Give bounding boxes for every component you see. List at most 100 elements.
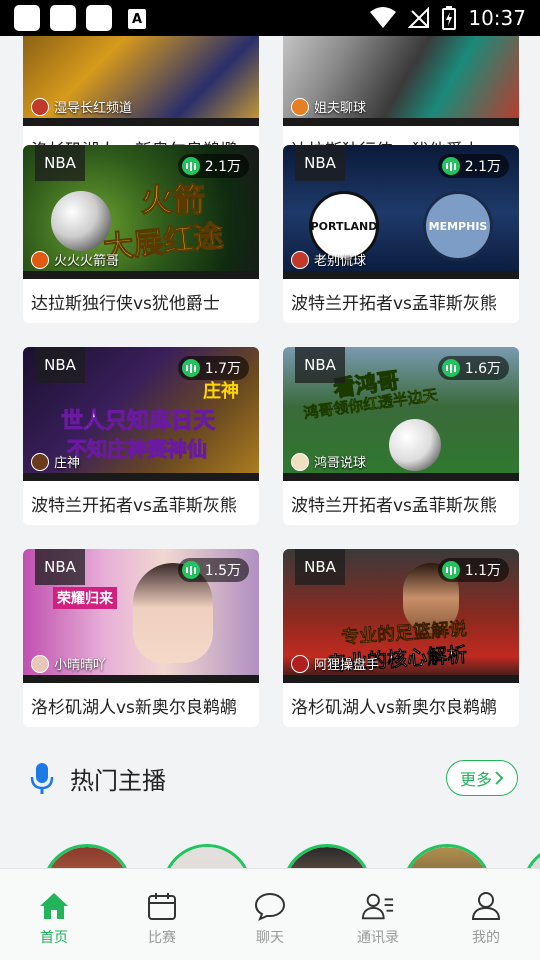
anchor-name: 庄神 (54, 456, 81, 471)
popularity-icon (181, 561, 200, 579)
anchor-info: 小晴晴吖 (31, 654, 106, 673)
anchor-name: 火火火箭哥 (54, 254, 120, 269)
nav-item-chat[interactable]: 聊天 (216, 869, 324, 960)
view-count-badge: 1.7万 (177, 356, 249, 380)
wifi-icon (370, 7, 397, 28)
video-thumbnail: 看鸿哥 鸿哥领你红透半边天 NBA 1.6万 鸿哥说球 (283, 347, 519, 481)
popularity-icon (441, 561, 460, 579)
view-count: 1.6万 (464, 361, 501, 377)
view-count: 2.1万 (464, 159, 501, 175)
video-card[interactable]: 火箭 大展红途 NBA 2.1万 火火火箭哥 达拉斯独行侠vs犹他爵士 (23, 145, 259, 323)
chat-icon (253, 889, 287, 923)
font-icon: A (128, 9, 146, 29)
league-tag: NBA (35, 145, 85, 181)
match-title: 波特兰开拓者vs孟菲斯灰熊 (291, 293, 497, 314)
video-card[interactable]: 荣耀归来 NBA 1.5万 小晴晴吖 洛杉矶湖人vs新奥尔良鹈鹕 (23, 549, 259, 727)
host-avatar[interactable] (282, 844, 372, 868)
thumbnail-caption: 大展红途 (101, 218, 225, 267)
match-title: 洛杉矶湖人vs新奥尔良鹈鹕 (291, 697, 497, 718)
anchor-name: 姐夫聊球 (314, 101, 367, 116)
anchor-name: 阿狸操盘手 (314, 658, 380, 673)
match-title: 波特兰开拓者vs孟菲斯灰熊 (291, 495, 497, 516)
video-thumbnail: 火箭 大展红途 NBA 2.1万 火火火箭哥 (23, 145, 259, 279)
nav-label: 首页 (40, 930, 68, 946)
video-thumbnail: PORTLAND MEMPHIS NBA 2.1万 老别侃球 (283, 145, 519, 279)
no-signal-icon (408, 7, 430, 28)
bottom-nav: 首页 比赛 聊天 通讯录 我的 (0, 868, 540, 960)
anchor-name: 湿导长红频道 (54, 101, 133, 116)
status-bar: A 10:37 (0, 0, 540, 36)
view-count: 1.7万 (204, 361, 241, 377)
contacts-icon (361, 889, 395, 923)
video-card[interactable]: 看鸿哥 鸿哥领你红透半边天 NBA 1.6万 鸿哥说球 波特兰开拓者vs孟菲斯灰… (283, 347, 519, 525)
thumbnail-caption: 不知庄神赛神仙 (67, 437, 208, 462)
nav-item-profile[interactable]: 我的 (432, 869, 540, 960)
battery-icon (442, 6, 457, 30)
host-avatar[interactable] (402, 844, 492, 868)
popularity-icon (181, 359, 200, 377)
view-count-badge: 2.1万 (177, 154, 249, 178)
more-label: 更多 (459, 770, 492, 789)
video-thumbnail: 庄神 世人只知库日天 不知庄神赛神仙 NBA 1.7万 庄神 (23, 347, 259, 481)
popularity-icon (441, 359, 460, 377)
notification-icon (14, 5, 40, 31)
video-thumbnail: 湿导长红频道 (23, 36, 259, 126)
league-tag: NBA (295, 145, 345, 181)
calendar-icon (145, 889, 179, 923)
anchor-avatar (291, 97, 309, 116)
clock: 10:37 (468, 6, 526, 30)
host-avatar[interactable] (162, 844, 252, 868)
thumbnail-caption: 庄神 (203, 381, 239, 402)
anchor-avatar (291, 250, 309, 269)
anchor-avatar (31, 97, 49, 116)
profile-icon (469, 889, 503, 923)
video-card[interactable]: 庄神 世人只知库日天 不知庄神赛神仙 NBA 1.7万 庄神 波特兰开拓者vs孟… (23, 347, 259, 525)
more-button[interactable]: 更多 (446, 760, 518, 796)
anchor-info: 阿狸操盘手 (291, 654, 379, 673)
video-card[interactable]: 专业的足篮解说 专业的核心解析 NBA 1.1万 阿狸操盘手 洛杉矶湖人vs新奥… (283, 549, 519, 727)
thumbnail-caption: 荣耀归来 (53, 587, 117, 609)
league-tag: NBA (35, 347, 85, 383)
anchor-name: 老别侃球 (314, 254, 367, 269)
view-count-badge: 1.5万 (177, 558, 249, 582)
nav-label: 聊天 (256, 930, 284, 946)
nav-item-contacts[interactable]: 通讯录 (324, 869, 432, 960)
popularity-icon (441, 157, 460, 175)
hot-hosts-list[interactable] (0, 838, 540, 868)
microphone-icon (30, 763, 54, 794)
video-card[interactable]: PORTLAND MEMPHIS NBA 2.1万 老别侃球 波特兰开拓者vs孟… (283, 145, 519, 323)
notification-icon (50, 5, 76, 31)
view-count: 1.1万 (464, 563, 501, 579)
view-count-badge: 2.1万 (437, 154, 509, 178)
host-avatar[interactable] (42, 844, 132, 868)
anchor-avatar (291, 452, 309, 471)
match-title: 洛杉矶湖人vs新奥尔良鹈鹕 (31, 697, 237, 718)
chevron-right-icon (495, 771, 504, 785)
anchor-avatar (31, 250, 49, 269)
anchor-info: 姐夫聊球 (291, 97, 366, 116)
section-title: 热门主播 (70, 766, 166, 795)
anchor-name: 小晴晴吖 (54, 658, 107, 673)
video-feed[interactable]: 湿导长红频道 洛杉矶湖人vs新奥尔良鹈鹕 姐夫聊球 达拉斯独行侠vs犹他爵士 火… (0, 36, 540, 868)
view-count-badge: 1.6万 (437, 356, 509, 380)
anchor-info: 鸿哥说球 (291, 452, 366, 471)
nav-item-home[interactable]: 首页 (0, 869, 108, 960)
match-title: 达拉斯独行侠vs犹他爵士 (31, 293, 220, 314)
nav-label: 我的 (472, 930, 500, 946)
league-tag: NBA (35, 549, 85, 585)
nav-item-matches[interactable]: 比赛 (108, 869, 216, 960)
view-count: 1.5万 (204, 563, 241, 579)
thumbnail-caption: 世人只知库日天 (60, 409, 216, 435)
host-avatar[interactable] (522, 844, 540, 868)
notification-icons: A (14, 5, 146, 31)
league-tag: NBA (295, 549, 345, 585)
view-count-badge: 1.1万 (437, 558, 509, 582)
anchor-info: 火火火箭哥 (31, 250, 119, 269)
anchor-avatar (291, 654, 309, 673)
anchor-info: 老别侃球 (291, 250, 366, 269)
view-count: 2.1万 (204, 159, 241, 175)
match-title: 波特兰开拓者vs孟菲斯灰熊 (31, 495, 237, 516)
nav-label: 通讯录 (357, 930, 399, 946)
anchor-info: 湿导长红频道 (31, 97, 132, 116)
anchor-avatar (31, 452, 49, 471)
